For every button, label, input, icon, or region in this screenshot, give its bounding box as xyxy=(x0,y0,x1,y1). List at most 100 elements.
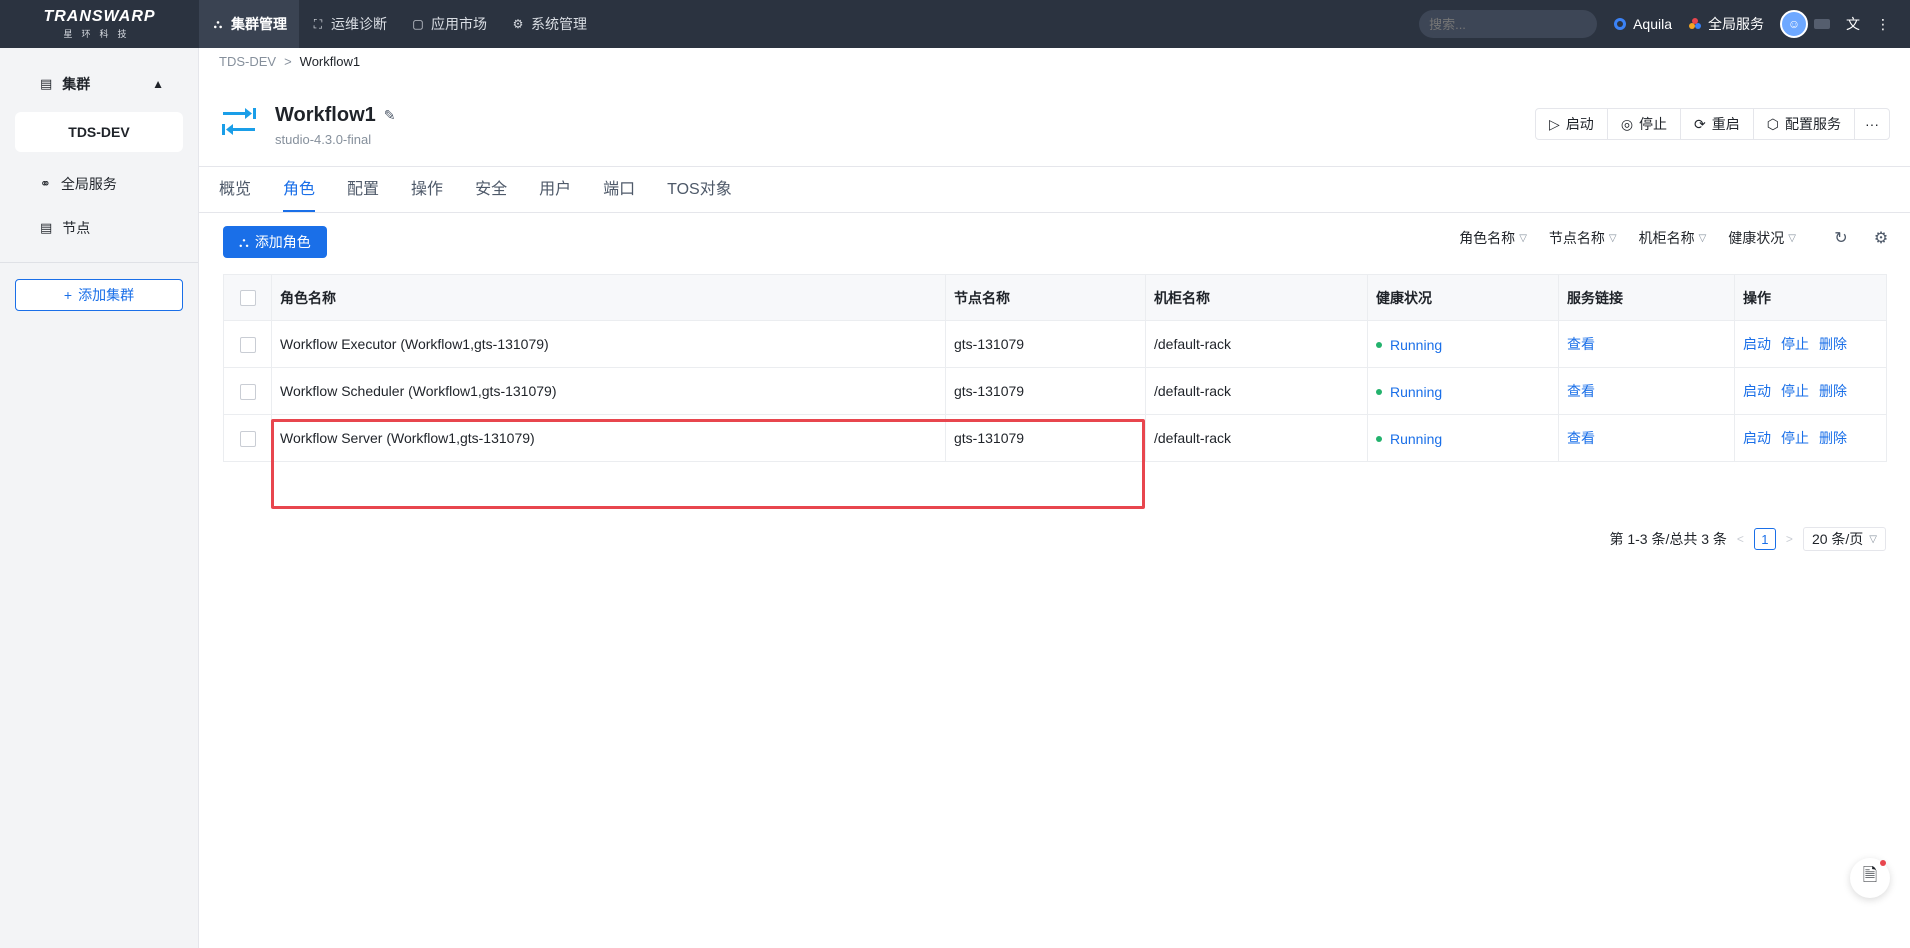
tab-config[interactable]: 配置 xyxy=(347,175,379,212)
brand-logo[interactable]: TRANSWARP 星环科技 xyxy=(0,0,199,48)
filter-label: 健康状况 xyxy=(1728,230,1785,246)
filter-rack-name[interactable]: 机柜名称 ▽ xyxy=(1639,228,1707,248)
view-link[interactable]: 查看 xyxy=(1567,383,1595,399)
configure-label: 配置服务 xyxy=(1785,116,1841,132)
nav-label: 应用市场 xyxy=(431,16,487,32)
nav-app-market[interactable]: ▢ 应用市场 xyxy=(399,0,499,48)
global-services-link[interactable]: 全局服务 xyxy=(1688,14,1764,34)
aquila-label: Aquila xyxy=(1633,16,1672,32)
breadcrumb-root[interactable]: TDS-DEV xyxy=(219,54,276,69)
select-all-cell xyxy=(223,274,272,321)
stop-label: 停止 xyxy=(1639,116,1668,132)
filter-label: 机柜名称 xyxy=(1638,230,1695,246)
cluster-list-icon: ▤ xyxy=(40,76,53,91)
more-vertical-icon[interactable]: ⋮ xyxy=(1876,16,1890,33)
row-start-link[interactable]: 启动 xyxy=(1743,383,1771,399)
filter-node-name[interactable]: 节点名称 ▽ xyxy=(1549,228,1617,248)
filter-health[interactable]: 健康状况 ▽ xyxy=(1728,228,1796,248)
row-stop-link[interactable]: 停止 xyxy=(1781,383,1809,399)
restart-icon: ⟳ xyxy=(1694,115,1706,132)
nav-ops-diagnose[interactable]: ⛶ 运维诊断 xyxy=(299,0,399,48)
status-label: Running xyxy=(1390,337,1443,353)
service-actions: ▷ 启动 ◎ 停止 ⟳ 重启 ⬡ 配置服务 ··· xyxy=(1535,108,1890,140)
sidebar-item-label: 节点 xyxy=(62,220,91,236)
row-start-link[interactable]: 启动 xyxy=(1743,430,1771,446)
service-version: studio-4.3.0-final xyxy=(275,132,372,147)
tab-label: 操作 xyxy=(411,181,444,198)
page-1-button[interactable]: 1 xyxy=(1753,528,1776,550)
configure-service-button[interactable]: ⬡ 配置服务 xyxy=(1754,109,1855,139)
node-name-cell: gts-131079 xyxy=(945,320,1146,368)
user-name-redacted xyxy=(1814,19,1830,29)
status-dot xyxy=(1376,342,1382,348)
plus-icon: + xyxy=(63,287,73,303)
search-input[interactable] xyxy=(1419,10,1598,38)
filter-label: 节点名称 xyxy=(1548,230,1605,246)
row-stop-link[interactable]: 停止 xyxy=(1781,430,1809,446)
row-start-link[interactable]: 启动 xyxy=(1743,336,1771,352)
tab-label: TOS对象 xyxy=(667,181,732,198)
row-checkbox[interactable] xyxy=(239,383,256,400)
select-all-checkbox[interactable] xyxy=(239,290,256,307)
document-float-button[interactable]: 🗎 xyxy=(1850,858,1890,898)
row-delete-link[interactable]: 删除 xyxy=(1819,383,1847,399)
tab-overview[interactable]: 概览 xyxy=(219,175,251,212)
edit-icon[interactable]: ✎ xyxy=(384,107,396,124)
document-icon: 🗎 xyxy=(1862,865,1878,885)
breadcrumb-separator: > xyxy=(284,54,292,69)
nav-system-management[interactable]: ⚙ 系统管理 xyxy=(499,0,599,48)
filter-role-name[interactable]: 角色名称 ▽ xyxy=(1459,228,1527,248)
global-services-icon xyxy=(1689,18,1701,29)
nav-cluster-management[interactable]: ⛬ 集群管理 xyxy=(199,0,299,48)
avatar: ☺ xyxy=(1780,10,1808,38)
row-select-cell xyxy=(223,414,272,462)
health-cell: Running xyxy=(1367,367,1559,415)
row-stop-link[interactable]: 停止 xyxy=(1781,336,1809,352)
tab-tos-objects[interactable]: TOS对象 xyxy=(667,175,732,212)
tab-security[interactable]: 安全 xyxy=(475,175,507,212)
row-checkbox[interactable] xyxy=(239,336,256,353)
add-role-button[interactable]: ⛬ 添加角色 xyxy=(223,226,327,258)
tab-operations[interactable]: 操作 xyxy=(411,175,443,212)
row-checkbox[interactable] xyxy=(239,430,256,447)
translate-icon[interactable]: 文 xyxy=(1846,14,1860,34)
row-delete-link[interactable]: 删除 xyxy=(1819,336,1847,352)
filter-label: 角色名称 xyxy=(1459,230,1516,246)
user-menu[interactable]: ☺ xyxy=(1780,10,1830,38)
add-role-label: 添加角色 xyxy=(254,234,311,250)
next-page-icon[interactable]: > xyxy=(1786,532,1793,546)
aquila-link[interactable]: Aquila xyxy=(1613,16,1672,32)
more-actions-button[interactable]: ··· xyxy=(1855,109,1889,139)
refresh-icon[interactable]: ↻ xyxy=(1832,228,1850,248)
gear-icon: ⚙ xyxy=(512,17,524,31)
role-name-cell: Workflow Server (Workflow1,gts-131079) xyxy=(271,414,946,462)
sidebar-cluster-tds-dev[interactable]: TDS-DEV xyxy=(15,112,183,152)
brand-name: TRANSWARP xyxy=(43,8,156,25)
status-badge: Running xyxy=(1376,337,1442,353)
tab-users[interactable]: 用户 xyxy=(539,175,571,212)
sidebar-section-cluster[interactable]: ▤ 集群 ▲ xyxy=(0,60,198,108)
view-link[interactable]: 查看 xyxy=(1567,336,1595,352)
status-dot xyxy=(1376,436,1382,442)
service-link-cell: 查看 xyxy=(1558,320,1735,368)
view-link[interactable]: 查看 xyxy=(1567,430,1595,446)
tab-label: 用户 xyxy=(539,181,572,198)
sidebar-item-nodes[interactable]: ▤ 节点 xyxy=(0,206,198,250)
page-size-select[interactable]: 20 条/页 ▽ xyxy=(1802,527,1886,551)
prev-page-icon[interactable]: < xyxy=(1737,532,1744,546)
add-cluster-label: 添加集群 xyxy=(78,287,135,303)
breadcrumb-current: Workflow1 xyxy=(299,54,361,69)
sidebar-item-global-services[interactable]: ⚭ 全局服务 xyxy=(0,162,198,206)
start-button[interactable]: ▷ 启动 xyxy=(1536,109,1608,139)
tab-ports[interactable]: 端口 xyxy=(603,175,635,212)
row-delete-link[interactable]: 删除 xyxy=(1819,430,1847,446)
node-name-cell: gts-131079 xyxy=(945,367,1146,415)
header-divider xyxy=(199,166,1910,167)
config-icon: ⬡ xyxy=(1766,115,1779,132)
row-select-cell xyxy=(223,367,272,415)
add-cluster-button[interactable]: + 添加集群 xyxy=(15,279,183,311)
gear-icon[interactable]: ⚙ xyxy=(1872,228,1890,248)
stop-button[interactable]: ◎ 停止 xyxy=(1608,109,1682,139)
tab-roles[interactable]: 角色 xyxy=(283,175,316,212)
restart-button[interactable]: ⟳ 重启 xyxy=(1681,109,1754,139)
